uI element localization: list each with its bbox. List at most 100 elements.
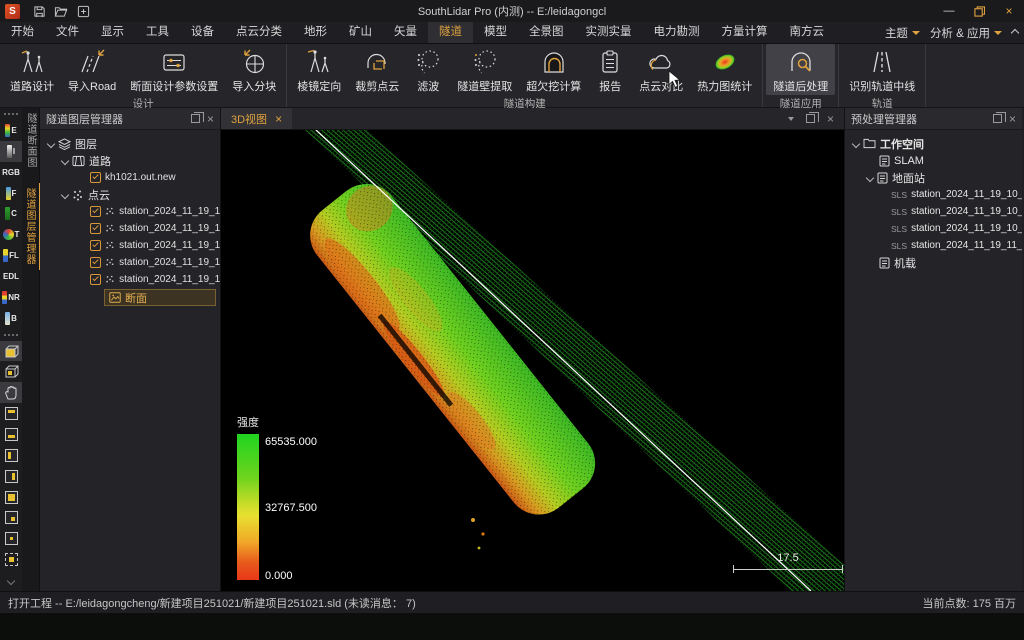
close-panel-icon[interactable]: × bbox=[1009, 113, 1016, 125]
overbreak-calc-button[interactable]: 超欠挖计算 bbox=[519, 44, 588, 95]
tree-item-road-file[interactable]: kh1021.out.new bbox=[40, 169, 220, 186]
section-params-button[interactable]: 断面设计参数设置 bbox=[123, 44, 225, 95]
view-bottom-button[interactable] bbox=[0, 424, 22, 445]
nr-mode-button[interactable]: NR bbox=[0, 287, 22, 308]
tab-measure[interactable]: 实测实量 bbox=[575, 22, 643, 43]
tab-panorama[interactable]: 全景图 bbox=[518, 22, 575, 43]
rgb-mode-button[interactable]: RGB bbox=[0, 162, 22, 183]
select-area-button[interactable] bbox=[0, 549, 22, 570]
new-project-icon[interactable] bbox=[72, 0, 94, 22]
open-folder-icon[interactable] bbox=[50, 0, 72, 22]
tree-item-station[interactable]: station_2024_11_19_1... bbox=[40, 220, 220, 237]
import-road-button[interactable]: 导入Road bbox=[61, 44, 123, 95]
collapse-ribbon-icon[interactable] bbox=[1011, 29, 1019, 37]
report-button[interactable]: 报告 bbox=[588, 44, 632, 95]
expand-chevron-icon[interactable] bbox=[852, 139, 860, 147]
tab-terrain[interactable]: 地形 bbox=[293, 22, 338, 43]
view-back-button[interactable] bbox=[0, 507, 22, 528]
checkbox-checked[interactable] bbox=[90, 206, 101, 217]
tree-item-section-selected[interactable]: 断面 bbox=[104, 289, 216, 306]
tree-item-station[interactable]: station_2024_11_19_1... bbox=[40, 237, 220, 254]
checkbox-checked[interactable] bbox=[90, 240, 101, 251]
checkbox-checked[interactable] bbox=[90, 223, 101, 234]
checkbox-checked[interactable] bbox=[90, 274, 101, 285]
float-panel-icon[interactable] bbox=[993, 114, 1002, 123]
pan-tool-button[interactable] bbox=[0, 382, 22, 403]
tab-start[interactable]: 开始 bbox=[0, 22, 45, 43]
tunnel-wall-extract-button[interactable]: 隧道壁提取 bbox=[450, 44, 519, 95]
import-blocks-button[interactable]: 导入分块 bbox=[225, 44, 283, 95]
tab-tunnel-layer-manager[interactable]: 隧道图层管理器 bbox=[20, 183, 41, 270]
time-mode-button[interactable]: T bbox=[0, 224, 22, 245]
tab-model[interactable]: 模型 bbox=[473, 22, 518, 43]
close-panel-icon[interactable]: × bbox=[207, 113, 214, 125]
tree-item-sls-scan[interactable]: SLS station_2024_11_19_10_43_... bbox=[845, 186, 1022, 203]
cloud-compare-button[interactable]: 点云对比 bbox=[632, 44, 690, 95]
tunnel-postprocess-button[interactable]: 隧道后处理 bbox=[766, 44, 835, 95]
close-viewgroup-icon[interactable]: × bbox=[827, 113, 834, 125]
box-tool-button[interactable] bbox=[0, 361, 22, 382]
float-view-icon[interactable] bbox=[806, 114, 815, 123]
analysis-apps-menu[interactable]: 分析 & 应用 bbox=[930, 25, 1002, 41]
view-right-button[interactable] bbox=[0, 466, 22, 487]
save-icon[interactable] bbox=[28, 0, 50, 22]
restore-button[interactable] bbox=[964, 0, 994, 22]
tree-item-slam[interactable]: SLAM bbox=[845, 152, 1022, 169]
view-top-button[interactable] bbox=[0, 403, 22, 424]
intensity-mode-button[interactable]: I bbox=[0, 141, 22, 162]
tree-node-ground-station[interactable]: 地面站 bbox=[845, 169, 1022, 186]
view-list-dropdown-icon[interactable] bbox=[788, 117, 794, 121]
tree-node-roads[interactable]: 道路 bbox=[40, 152, 220, 169]
tree-item-sls-scan[interactable]: SLS station_2024_11_19_10_52_... bbox=[845, 220, 1022, 237]
blend-mode-button[interactable]: B bbox=[0, 308, 22, 329]
tree-item-sls-scan[interactable]: SLS station_2024_11_19_11_01_... bbox=[845, 237, 1022, 254]
edl-mode-button[interactable]: EDL bbox=[0, 266, 22, 287]
viewport-3d[interactable]: 强度 65535.000 32767.500 0.000 17.5 bbox=[221, 130, 844, 591]
tab-3d-view[interactable]: 3D视图 × bbox=[221, 108, 292, 129]
tree-item-station[interactable]: station_2024_11_19_1... bbox=[40, 254, 220, 271]
tree-node-workspace[interactable]: 工作空间 bbox=[845, 135, 1022, 152]
tree-item-airborne[interactable]: 机载 bbox=[845, 254, 1022, 271]
float-panel-icon[interactable] bbox=[191, 114, 200, 123]
tab-vector[interactable]: 矢量 bbox=[383, 22, 428, 43]
tree-item-sls-scan[interactable]: SLS station_2024_11_19_10_48_... bbox=[845, 203, 1022, 220]
tree-node-layers[interactable]: 图层 bbox=[40, 135, 220, 152]
tab-file[interactable]: 文件 bbox=[45, 22, 90, 43]
checkbox-checked[interactable] bbox=[90, 172, 101, 183]
tab-device[interactable]: 设备 bbox=[180, 22, 225, 43]
theme-menu[interactable]: 主题 bbox=[885, 25, 920, 41]
flight-mode-button[interactable]: F bbox=[0, 183, 22, 204]
tab-display[interactable]: 显示 bbox=[90, 22, 135, 43]
expand-chevron-icon[interactable] bbox=[61, 156, 69, 164]
tab-tunnel[interactable]: 隧道 bbox=[428, 22, 473, 43]
clip-box-tool-button[interactable] bbox=[0, 341, 22, 362]
close-view-icon[interactable]: × bbox=[275, 112, 282, 126]
tab-power-survey[interactable]: 电力勘测 bbox=[643, 22, 711, 43]
elevation-mode-button[interactable]: E bbox=[0, 120, 22, 141]
minimize-button[interactable]: — bbox=[934, 0, 964, 22]
prism-orient-button[interactable]: 棱镜定向 bbox=[290, 44, 348, 95]
fl-mode-button[interactable]: FL bbox=[0, 245, 22, 266]
crop-cloud-button[interactable]: 裁剪点云 bbox=[348, 44, 406, 95]
expand-chevron-icon[interactable] bbox=[47, 139, 55, 147]
tab-tunnel-section-view[interactable]: 隧道断面图 bbox=[21, 108, 40, 173]
road-design-button[interactable]: 道路设计 bbox=[3, 44, 61, 95]
checkbox-checked[interactable] bbox=[90, 257, 101, 268]
expand-chevron-icon[interactable] bbox=[61, 190, 69, 198]
view-iso-button[interactable] bbox=[0, 528, 22, 549]
rail-centerline-button[interactable]: 识别轨道中线 bbox=[842, 44, 922, 95]
expand-chevron-icon[interactable] bbox=[866, 173, 874, 181]
tab-volume-calc[interactable]: 方量计算 bbox=[711, 22, 779, 43]
close-button[interactable]: × bbox=[994, 0, 1024, 22]
tab-tools[interactable]: 工具 bbox=[135, 22, 180, 43]
classification-mode-button[interactable]: C bbox=[0, 203, 22, 224]
tab-cloud-classify[interactable]: 点云分类 bbox=[225, 22, 293, 43]
toolbar-overflow-chevron[interactable] bbox=[0, 570, 22, 591]
tab-mining[interactable]: 矿山 bbox=[338, 22, 383, 43]
filter-button[interactable]: 滤波 bbox=[406, 44, 450, 95]
heatmap-stats-button[interactable]: 热力图统计 bbox=[690, 44, 759, 95]
tree-item-station[interactable]: station_2024_11_19_1... bbox=[40, 203, 220, 220]
tab-south-cloud[interactable]: 南方云 bbox=[779, 22, 836, 43]
tree-item-station[interactable]: station_2024_11_19_1... bbox=[40, 271, 220, 288]
view-front-button[interactable] bbox=[0, 487, 22, 508]
